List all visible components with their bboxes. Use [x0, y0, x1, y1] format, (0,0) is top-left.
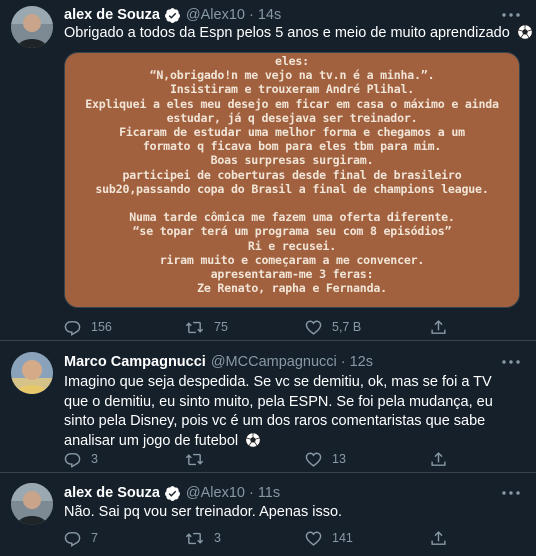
more-icon[interactable]: [500, 7, 522, 23]
heart-icon: [305, 531, 322, 546]
image-text-line: riram muito e começaram a me convencer.: [159, 252, 425, 267]
tweet-1[interactable]: alex de Souza @Alex10 · 14s Obrigado a t…: [0, 0, 536, 340]
reply-icon: [64, 531, 81, 547]
image-text-line: participei de coberturas desde final de …: [122, 167, 462, 182]
like-button[interactable]: 13: [305, 450, 346, 468]
reply-button[interactable]: 156: [64, 318, 112, 336]
like-button[interactable]: 5,7 B: [305, 318, 361, 336]
retweet-button[interactable]: 75: [185, 318, 228, 336]
attached-image[interactable]: eles: “N,obrigado!n me vejo na tv.n é a m…: [64, 52, 520, 308]
like-button[interactable]: 141: [305, 529, 353, 547]
image-text-line: Boas surpresas surgiram.: [210, 153, 374, 168]
share-icon: [431, 319, 446, 334]
like-count: 5,7 B: [332, 320, 362, 334]
share-button[interactable]: [430, 450, 447, 468]
tweet-text-content: Obrigado a todos da Espn pelos 5 anos e …: [64, 25, 510, 41]
display-name[interactable]: alex de Souza: [64, 485, 160, 501]
reply-button[interactable]: 3: [64, 450, 98, 468]
retweet-button[interactable]: 3: [185, 529, 221, 547]
user-handle[interactable]: @MCCampagnucci: [211, 354, 337, 370]
image-text-line: estudar, já q desejava ser treinador.: [166, 110, 418, 125]
tweet-actions: 156 75 5,7 B: [64, 318, 484, 336]
tweet-text: Não. Sai pq vou ser treinador. Apenas is…: [64, 503, 520, 523]
user-handle[interactable]: @Alex10: [186, 485, 245, 501]
timestamp[interactable]: 12s: [350, 354, 373, 370]
separator-dot: ·: [248, 485, 254, 501]
tweet-actions: 7 3 141: [64, 529, 484, 547]
image-text-line: Numa tarde cômica me fazem uma oferta di…: [129, 210, 455, 225]
display-name[interactable]: alex de Souza: [64, 7, 160, 23]
retweet-button[interactable]: [185, 450, 214, 468]
share-button[interactable]: [430, 529, 447, 547]
image-text-line: “N,obrigado!n me vejo na tv.n é a minha.…: [149, 68, 435, 83]
tweet-actions: 3 13: [64, 450, 484, 468]
tweet-text: Imagino que seja despedida. Se vc se dem…: [64, 373, 516, 454]
reply-count: 156: [91, 320, 112, 334]
like-count: 141: [332, 531, 353, 545]
retweet-count: 3: [214, 531, 221, 545]
tweet-text: Obrigado a todos da Espn pelos 5 anos e …: [64, 24, 533, 47]
image-text-line: formato q ficava bom para eles tbm para …: [142, 139, 442, 154]
display-name[interactable]: Marco Campagnucci: [64, 354, 206, 370]
avatar[interactable]: [11, 6, 53, 48]
retweet-icon: [185, 532, 204, 544]
tweet-2[interactable]: Marco Campagnucci @MCCampagnucci · 12s I…: [0, 341, 536, 472]
tweet-text-content: Não. Sai pq vou ser treinador. Apenas is…: [64, 504, 343, 520]
image-text: eles: “N,obrigado!n me vejo na tv.n é a m…: [65, 54, 519, 295]
image-text-line: Ri e recusei.: [247, 238, 337, 253]
avatar[interactable]: [11, 352, 53, 394]
reply-count: 7: [91, 531, 98, 545]
tweet-3[interactable]: alex de Souza @Alex10 · 11s Não. Sai pq …: [0, 473, 536, 556]
share-button[interactable]: [430, 318, 447, 336]
separator-dot: ·: [340, 354, 346, 370]
image-text-line: apresentaram-me 3 feras:: [210, 267, 374, 282]
heart-icon: [305, 320, 322, 335]
image-text-line: [65, 196, 519, 210]
more-icon[interactable]: [500, 485, 522, 501]
more-icon[interactable]: [500, 354, 522, 370]
timestamp[interactable]: 11s: [258, 485, 280, 501]
retweet-count: 75: [214, 320, 228, 334]
tweet-text-content: Imagino que seja despedida. Se vc se dem…: [64, 374, 493, 449]
image-text-line: eles:: [275, 54, 309, 68]
reply-icon: [64, 452, 81, 468]
timestamp[interactable]: 14s: [258, 7, 281, 23]
verified-badge-icon: [164, 485, 181, 502]
image-text-line: Insistiram e trouxeram André Plihal.: [169, 82, 415, 97]
separator-dot: ·: [248, 7, 254, 23]
image-text-line: Expliquei a eles meu desejo em ficar em …: [85, 96, 499, 111]
share-icon: [431, 530, 446, 545]
share-icon: [431, 451, 446, 466]
user-handle[interactable]: @Alex10: [186, 7, 245, 23]
image-text-line: sub20,passando copa do Brasil a final de…: [95, 181, 489, 196]
avatar[interactable]: [11, 483, 53, 525]
reply-count: 3: [91, 452, 98, 466]
heart-icon: [305, 452, 322, 467]
verified-badge-icon: [164, 7, 181, 24]
retweet-icon: [185, 321, 204, 333]
like-count: 13: [332, 452, 346, 466]
reply-button[interactable]: 7: [64, 529, 98, 547]
image-text-line: Ficaram de estudar uma melhor forma e ch…: [119, 125, 465, 140]
retweet-icon: [185, 453, 204, 465]
reply-icon: [64, 320, 81, 336]
soccer-ball-icon: [517, 24, 533, 47]
image-text-line: “se topar terá um programa seu com 8 epi…: [132, 224, 452, 239]
image-text-line: Ze Renato, rapha e Fernanda.: [197, 281, 387, 296]
